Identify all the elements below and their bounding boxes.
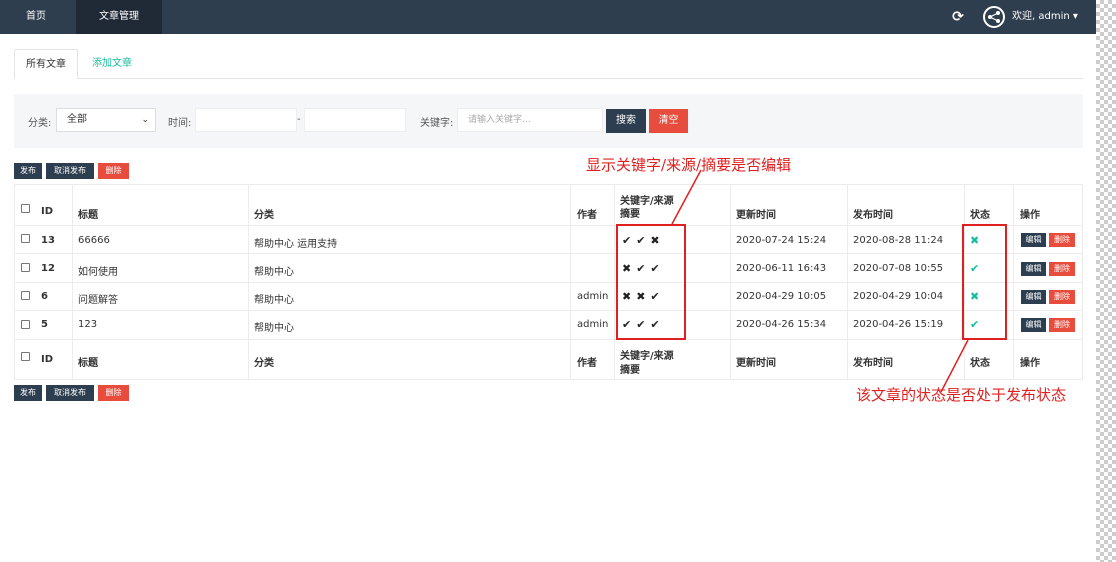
transparency-edge [1096, 0, 1116, 562]
annotation-top-text: 显示关键字/来源/摘要是否编辑 [586, 156, 792, 174]
annotation-bottom-text: 该文章的状态是否处于发布状态 [856, 386, 1067, 404]
page: 首页 文章管理 ⟳ 欢迎, admin ▾ 所有文章 添加文章 分类: 全部 ⌄… [0, 0, 1096, 562]
annotation-lines [671, 169, 969, 393]
